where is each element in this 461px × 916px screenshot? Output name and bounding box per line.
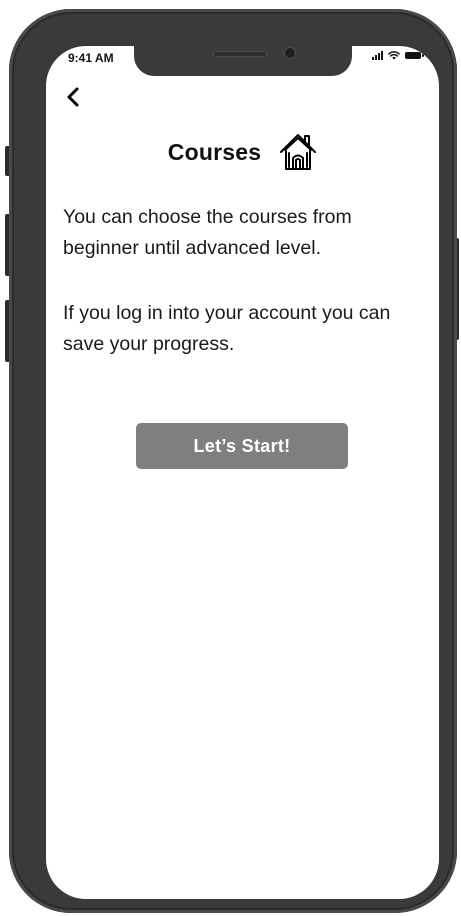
back-chevron-icon[interactable] (63, 86, 85, 108)
status-time: 9:41 AM (68, 51, 114, 65)
wifi-icon (388, 51, 400, 60)
status-icons (372, 51, 424, 60)
phone-frame: 9:41 AM Courses You can choose the cours… (9, 9, 457, 913)
notch (134, 46, 352, 76)
header: Courses (46, 132, 439, 172)
phone-mockup: 9:41 AM Courses You can choose the cours… (0, 0, 461, 916)
battery-icon (405, 52, 424, 59)
start-button[interactable]: Let’s Start! (136, 423, 348, 469)
intro-paragraph: You can choose the courses from beginner… (63, 206, 352, 259)
home-icon[interactable] (279, 132, 317, 172)
page-title: Courses (167, 138, 262, 165)
phone-screen: 9:41 AM Courses You can choose the cours… (46, 46, 439, 899)
signal-icon (372, 51, 383, 60)
login-paragraph: If you log in into your account you can … (63, 302, 391, 355)
speaker-grille (214, 52, 266, 56)
front-camera (285, 48, 295, 58)
